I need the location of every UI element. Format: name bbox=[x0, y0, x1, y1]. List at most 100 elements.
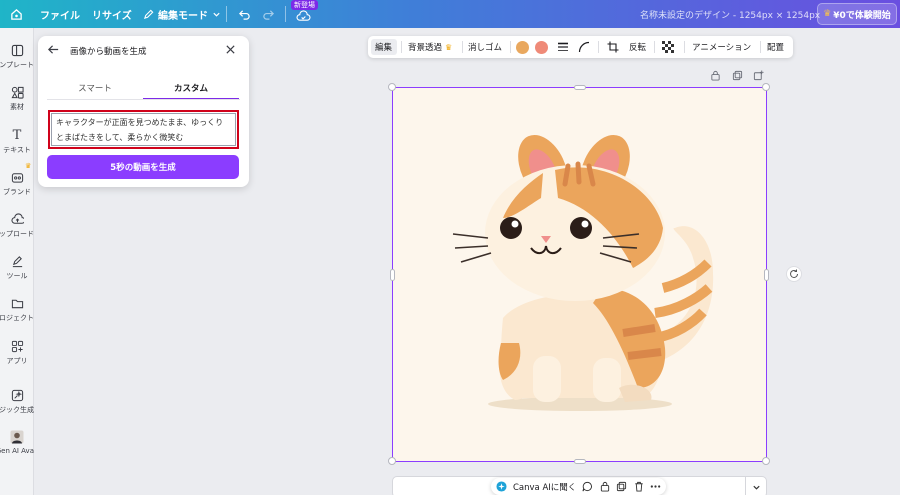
divider bbox=[654, 41, 655, 53]
edit-mode-label: 編集モード bbox=[158, 10, 208, 22]
divider bbox=[510, 41, 511, 53]
lock-icon bbox=[711, 70, 720, 81]
rotate-button[interactable] bbox=[786, 266, 802, 282]
resize-handle-bottom[interactable] bbox=[574, 459, 586, 464]
ask-canva-ai-button[interactable]: Canva AIに聞く bbox=[513, 481, 576, 493]
rail-item-templates[interactable]: テンプレート bbox=[0, 43, 34, 70]
resize-handle-top-left[interactable] bbox=[388, 83, 396, 91]
back-button[interactable] bbox=[47, 43, 61, 57]
draw-icon bbox=[10, 254, 24, 268]
home-button[interactable] bbox=[10, 0, 23, 28]
pencil-icon bbox=[143, 9, 154, 19]
more-options-button[interactable] bbox=[650, 481, 661, 492]
cloud-check-icon bbox=[296, 9, 311, 21]
generate-video-button[interactable]: 5秒の動画を生成 bbox=[47, 155, 239, 179]
edit-mode-menu[interactable]: 編集モード bbox=[143, 0, 221, 28]
rail-item-uploads[interactable]: アップロード bbox=[0, 212, 34, 239]
resize-handle-top[interactable] bbox=[574, 85, 586, 90]
duplicate-button[interactable] bbox=[616, 481, 627, 492]
top-bar: ファイル リサイズ 編集モード 新登場 名称未設定のデザイン - 1254px … bbox=[0, 0, 900, 28]
comment-icon bbox=[582, 481, 593, 492]
eraser-button[interactable]: 消しゴム bbox=[468, 36, 502, 58]
color-swatch-salmon[interactable] bbox=[535, 41, 548, 54]
divider bbox=[684, 41, 685, 53]
text-icon: T bbox=[12, 127, 22, 143]
checkerboard-icon bbox=[662, 41, 674, 53]
edit-button[interactable]: 編集 bbox=[375, 36, 392, 58]
corner-icon bbox=[578, 41, 590, 53]
rotate-icon bbox=[790, 269, 798, 278]
chevron-down-icon bbox=[213, 12, 220, 17]
elements-icon bbox=[10, 85, 24, 99]
rail-label: テンプレート bbox=[0, 61, 34, 69]
crop-icon bbox=[607, 41, 619, 53]
duplicate-page-button[interactable] bbox=[732, 70, 744, 82]
delete-button[interactable] bbox=[633, 481, 644, 492]
magic-icon bbox=[10, 388, 24, 402]
lock-icon bbox=[600, 481, 609, 492]
resize-handle-right[interactable] bbox=[764, 269, 769, 281]
prompt-textarea[interactable]: キャラクターが正面を見つめたまま、ゆっくり とまばたきをして、柔らかく微笑む bbox=[48, 110, 239, 149]
arrange-button[interactable]: 配置 bbox=[767, 36, 784, 58]
rail-label: HeyGen AI Ava... bbox=[0, 447, 34, 455]
arrow-left-icon bbox=[48, 45, 59, 54]
tab-divider bbox=[47, 99, 240, 100]
close-button[interactable] bbox=[225, 44, 237, 56]
divider bbox=[760, 41, 761, 53]
rail-item-text[interactable]: T テキスト bbox=[0, 128, 34, 155]
tab-custom[interactable]: カスタム bbox=[143, 82, 239, 100]
crown-icon: ♛ bbox=[445, 42, 453, 52]
comment-button[interactable] bbox=[582, 481, 593, 492]
resize-handle-bottom-left[interactable] bbox=[388, 457, 396, 465]
design-canvas[interactable] bbox=[388, 83, 770, 465]
more-horizontal-icon bbox=[651, 485, 661, 488]
rail-item-elements[interactable]: 素材 bbox=[0, 85, 34, 112]
border-style-button[interactable] bbox=[557, 36, 569, 58]
crown-icon: ♛ bbox=[823, 9, 832, 19]
add-page-button[interactable] bbox=[753, 70, 765, 82]
transparency-button[interactable] bbox=[662, 36, 674, 58]
corner-rounding-button[interactable] bbox=[578, 36, 590, 58]
resize-handle-left[interactable] bbox=[390, 269, 395, 281]
new-badge: 新登場 bbox=[291, 0, 318, 10]
resize-menu[interactable]: リサイズ bbox=[92, 0, 132, 28]
rail-item-projects[interactable]: プロジェクト bbox=[0, 296, 34, 323]
animation-button[interactable]: アニメーション bbox=[692, 36, 751, 58]
resize-handle-top-right[interactable] bbox=[762, 83, 770, 91]
file-menu[interactable]: ファイル bbox=[40, 0, 80, 28]
resize-handle-bottom-right[interactable] bbox=[762, 457, 770, 465]
rail-item-avatar-app[interactable]: HeyGen AI Ava... bbox=[0, 430, 34, 455]
rail-label: アップロード bbox=[0, 230, 34, 238]
add-page-icon bbox=[753, 70, 764, 81]
tab-smart[interactable]: スマート bbox=[47, 82, 143, 100]
duplicate-icon bbox=[732, 70, 743, 81]
rail-item-apps[interactable]: アプリ bbox=[0, 339, 34, 366]
apps-icon bbox=[10, 339, 24, 353]
avatar-icon bbox=[10, 430, 24, 444]
rail-label: 素材 bbox=[10, 103, 24, 111]
rail-label: プロジェクト bbox=[0, 314, 34, 322]
free-trial-button[interactable]: ♛ ¥0で体験開始 bbox=[817, 3, 897, 25]
rail-item-magic[interactable]: マジック生成 bbox=[0, 388, 34, 415]
remove-bg-button[interactable]: 背景透過 ♛ bbox=[408, 36, 452, 58]
rail-label: ブランド bbox=[3, 188, 31, 196]
color-swatch-orange[interactable] bbox=[516, 41, 529, 54]
left-rail: テンプレート 素材 T テキスト ♛ ブランド アップロード ツール プロジェク… bbox=[0, 28, 34, 495]
chevron-down-icon bbox=[753, 485, 760, 490]
remove-bg-label: 背景透過 bbox=[408, 43, 443, 53]
crown-icon: ♛ bbox=[25, 162, 32, 170]
template-icon bbox=[10, 43, 24, 57]
lock-button[interactable] bbox=[710, 70, 722, 82]
undo-button[interactable] bbox=[238, 0, 251, 28]
rail-item-brand[interactable]: ブランド bbox=[0, 170, 34, 197]
crop-button[interactable] bbox=[607, 36, 619, 58]
redo-button[interactable] bbox=[262, 0, 275, 28]
document-title[interactable]: 名称未設定のデザイン - 1254px × 1254px bbox=[640, 0, 820, 28]
divider bbox=[462, 41, 463, 53]
rail-item-draw[interactable]: ツール bbox=[0, 254, 34, 281]
flip-button[interactable]: 反転 bbox=[629, 36, 646, 58]
expand-pages-button[interactable] bbox=[745, 477, 767, 495]
cat-illustration bbox=[452, 134, 714, 411]
duplicate-icon bbox=[617, 481, 627, 492]
lock-button[interactable] bbox=[599, 481, 610, 492]
